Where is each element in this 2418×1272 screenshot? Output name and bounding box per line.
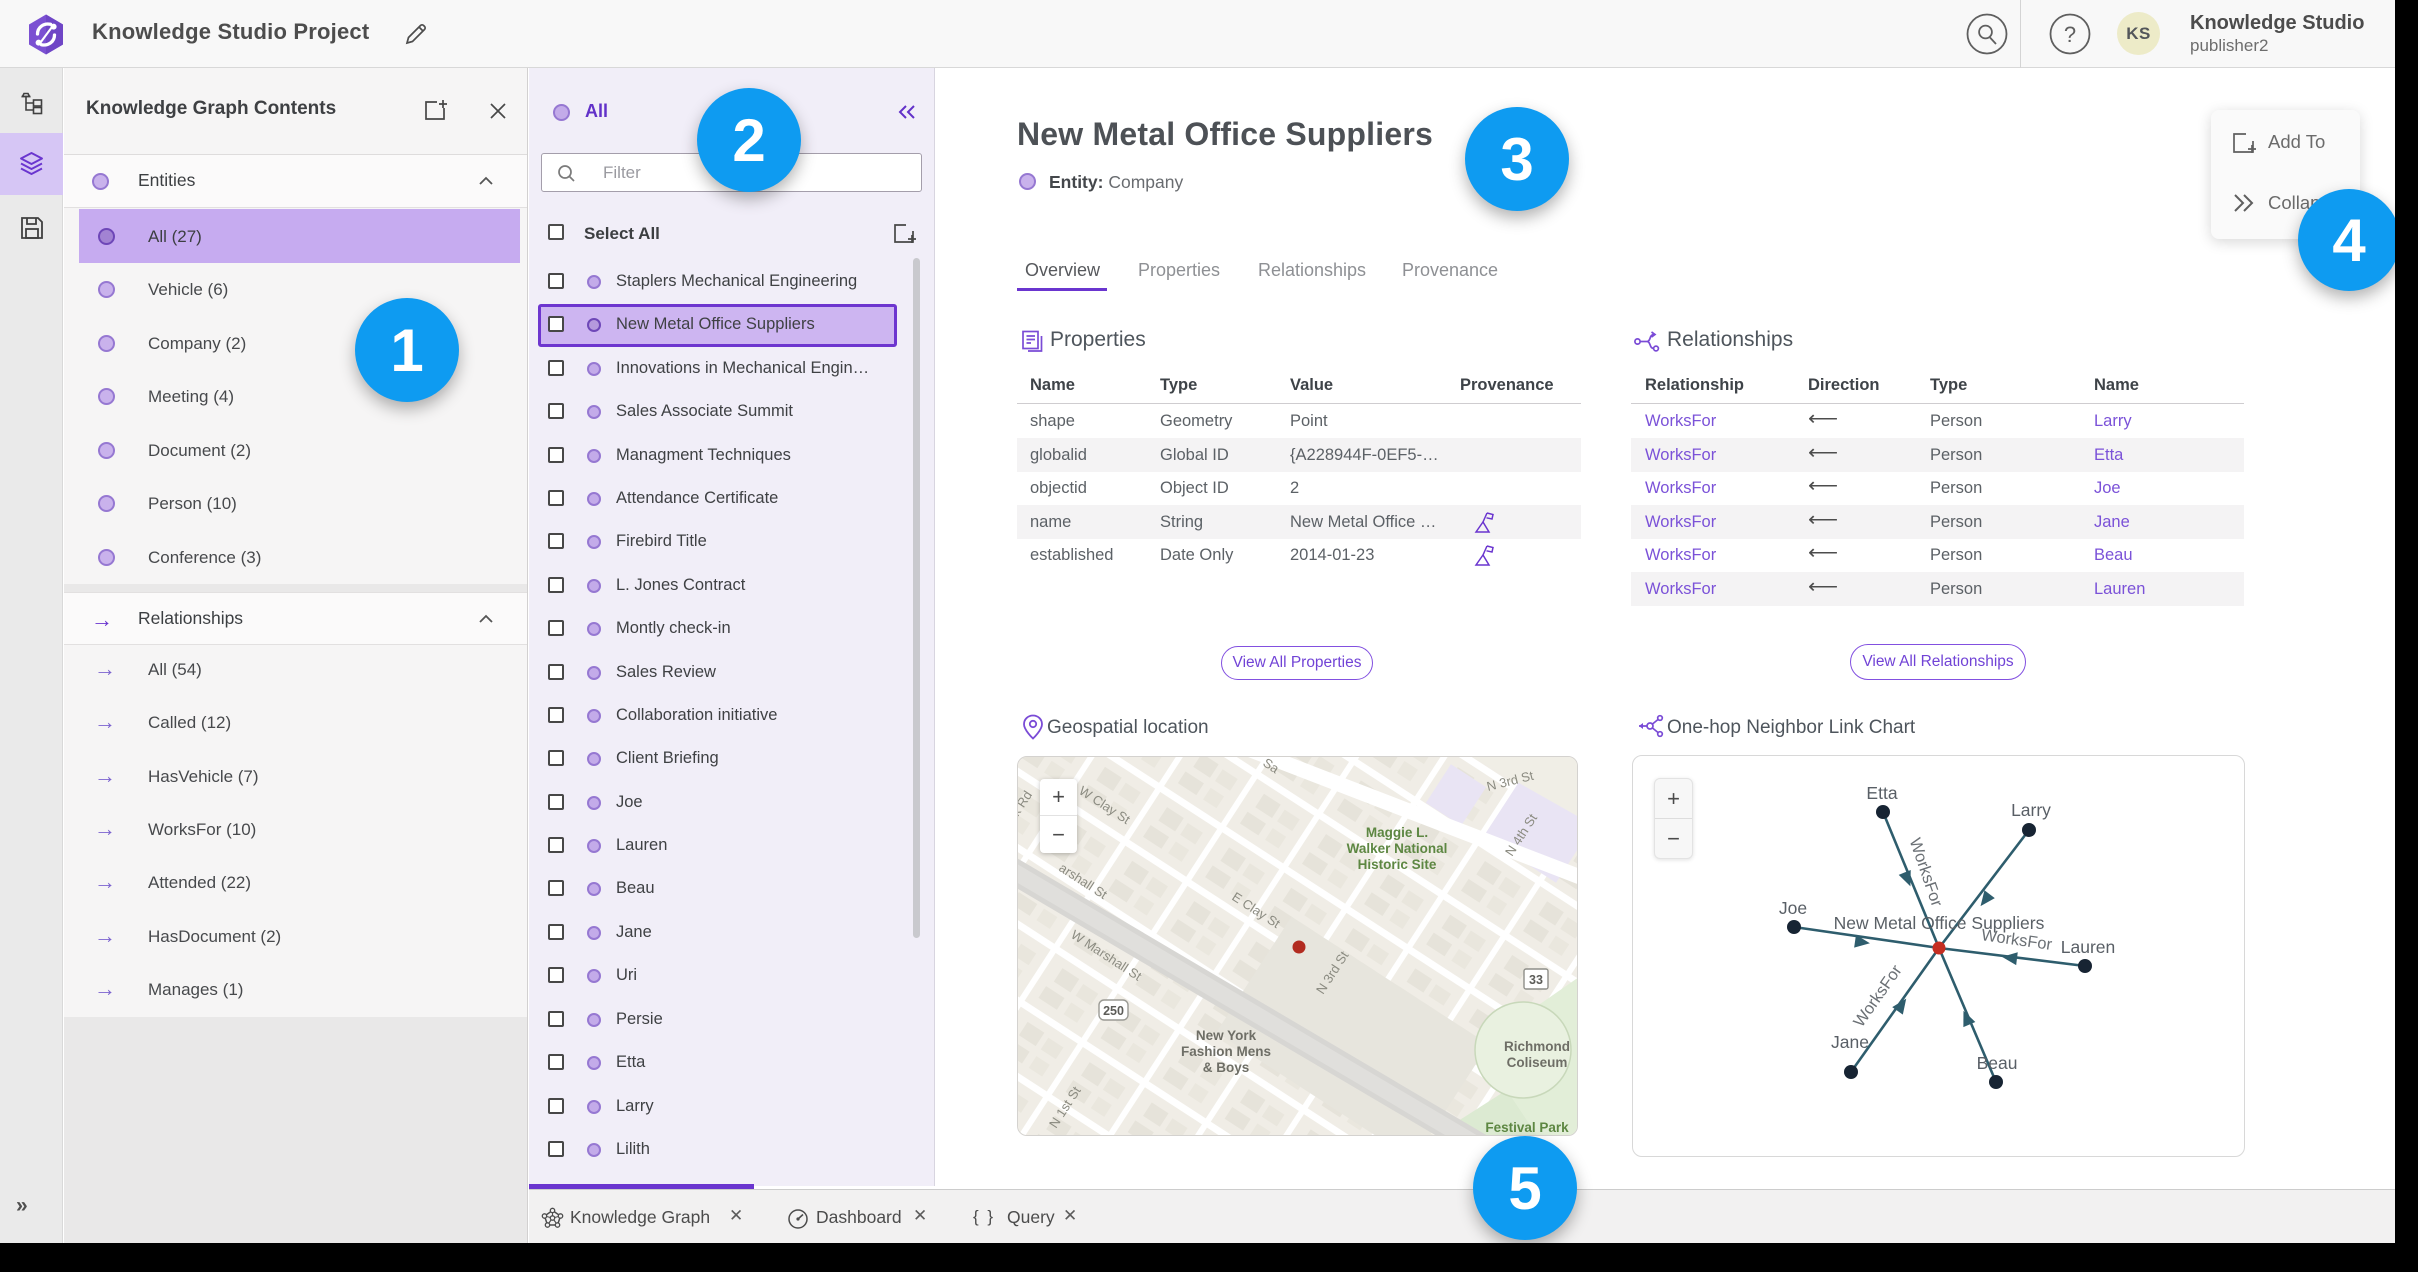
svg-text:Coliseum: Coliseum (1507, 1055, 1568, 1070)
svg-text:New York: New York (1196, 1028, 1257, 1043)
svg-text:Walker National: Walker National (1347, 841, 1448, 856)
svg-text:Beau: Beau (1977, 1053, 2018, 1073)
svg-text:Fashion Mens: Fashion Mens (1181, 1044, 1271, 1059)
svg-text:Historic Site: Historic Site (1358, 857, 1437, 872)
svg-text:Joe: Joe (1779, 898, 1807, 918)
svg-text:Etta: Etta (1866, 783, 1897, 803)
svg-text:& Boys: & Boys (1203, 1060, 1250, 1075)
svg-text:Maggie L.: Maggie L. (1366, 825, 1428, 840)
svg-text:Richmond: Richmond (1504, 1039, 1570, 1054)
svg-text:Festival Park: Festival Park (1485, 1120, 1569, 1135)
svg-text:?: ? (2064, 22, 2076, 47)
svg-text:Jane: Jane (1831, 1032, 1869, 1052)
svg-text:33: 33 (1529, 973, 1543, 987)
svg-text:Larry: Larry (2011, 800, 2051, 820)
svg-text:250: 250 (1103, 1004, 1124, 1018)
svg-text:WorksFor: WorksFor (1906, 836, 1946, 910)
svg-text:Lauren: Lauren (2061, 937, 2116, 957)
svg-text:WorksFor: WorksFor (1850, 961, 1906, 1030)
